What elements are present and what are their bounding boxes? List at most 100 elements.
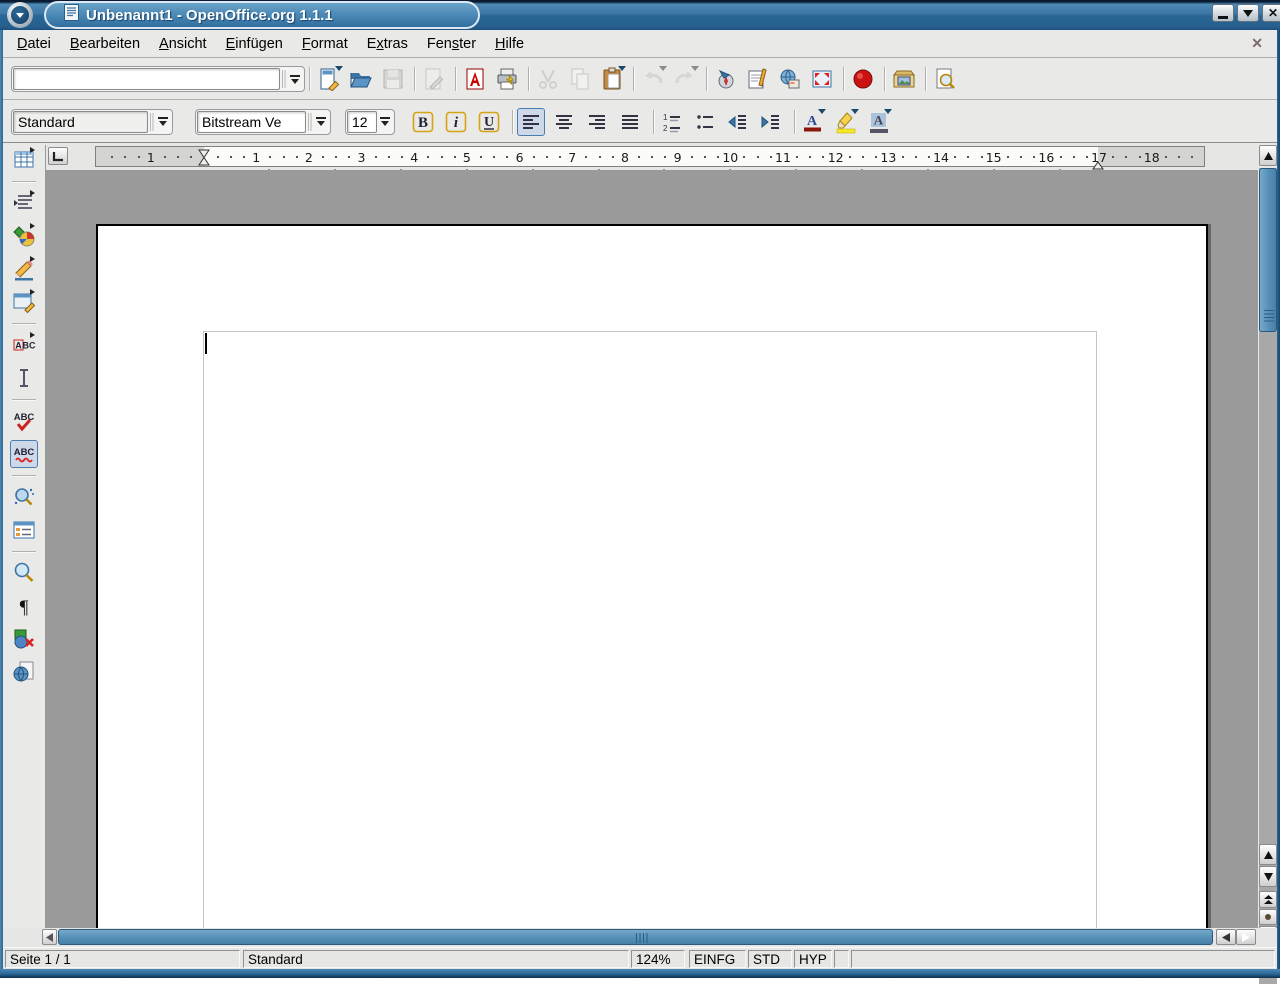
save-document-button[interactable] — [378, 65, 408, 93]
menu-item-bearbeiten[interactable]: Bearbeiten — [66, 33, 144, 55]
scroll-left-button-2[interactable] — [1216, 929, 1236, 945]
numbering-on-off-button[interactable]: 12 — [658, 108, 686, 136]
window-menu-button[interactable] — [7, 2, 33, 28]
document-workspace[interactable] — [46, 170, 1258, 928]
background-color-button[interactable]: A — [865, 108, 893, 136]
nonprinting-characters-button[interactable]: ¶ — [10, 592, 38, 620]
hscroll-thumb[interactable] — [58, 929, 1213, 945]
status-zoom-level[interactable]: 124% — [631, 950, 685, 968]
document-page[interactable] — [96, 224, 1208, 928]
insert-button[interactable] — [10, 146, 38, 174]
autotext-button[interactable]: ABC — [10, 331, 38, 359]
fullscreen-button[interactable] — [807, 65, 837, 93]
url-combobox[interactable] — [11, 66, 305, 92]
scroll-up-button[interactable] — [1259, 145, 1277, 166]
italic-button[interactable]: i — [442, 108, 470, 136]
spellcheck-button[interactable]: ABC — [10, 407, 38, 435]
paragraph-indent-marker[interactable] — [198, 149, 210, 171]
search-document-button[interactable] — [930, 65, 960, 93]
vscroll-thumb[interactable] — [1259, 168, 1277, 332]
horizontal-scrollbar[interactable] — [0, 928, 1280, 947]
scroll-right-button[interactable] — [1236, 929, 1256, 945]
insert-fields-button[interactable] — [10, 189, 38, 217]
url-field[interactable] — [18, 69, 275, 89]
menu-item-format[interactable]: Format — [298, 33, 352, 55]
align-left-icon — [519, 110, 543, 134]
menu-item-einfuegen[interactable]: Einfügen — [222, 33, 287, 55]
find-replace-button[interactable] — [10, 483, 38, 511]
status-hyperlink-mode[interactable]: HYP — [794, 950, 832, 968]
scroll-down-button[interactable] — [1259, 866, 1277, 887]
font-dropdown-arrow[interactable] — [313, 111, 329, 133]
tab-stop-type-selector[interactable] — [48, 147, 68, 165]
size-dropdown-arrow[interactable] — [377, 111, 393, 133]
align-left-button[interactable] — [517, 108, 545, 136]
scroll-left-button[interactable] — [42, 929, 57, 945]
scroll-up-button-2[interactable] — [1259, 844, 1277, 865]
paragraph-style-combobox[interactable]: Standard — [11, 109, 173, 135]
new-document-button[interactable] — [314, 65, 344, 93]
paste-button[interactable] — [597, 65, 627, 93]
bullets-on-off-button[interactable] — [691, 108, 719, 136]
title-tab[interactable]: Unbenannt1 - OpenOffice.org 1.1.1 — [44, 1, 480, 29]
ruler-number: 1 — [252, 150, 260, 165]
highlighting-button[interactable] — [832, 108, 860, 136]
decrease-indent-button[interactable] — [724, 108, 752, 136]
style-dropdown-arrow[interactable] — [155, 111, 171, 133]
insert-objects-button[interactable] — [10, 222, 38, 250]
minimize-button[interactable] — [1212, 4, 1234, 22]
previous-page-button[interactable] — [1259, 891, 1277, 908]
menu-item-hilfe[interactable]: Hilfe — [491, 33, 528, 55]
status-selection-mode[interactable]: STD — [748, 950, 792, 968]
align-center-button[interactable] — [550, 108, 578, 136]
open-document-button[interactable] — [346, 65, 376, 93]
undo-button[interactable] — [638, 65, 668, 93]
status-spare-field[interactable] — [851, 950, 1275, 968]
close-document-icon[interactable]: ✕ — [1251, 36, 1263, 50]
export-pdf-button[interactable] — [460, 65, 490, 93]
increase-indent-button[interactable] — [757, 108, 785, 136]
ruler-number: 8 — [621, 150, 629, 165]
vertical-scrollbar[interactable] — [1259, 145, 1277, 946]
direct-cursor-on-off-button[interactable] — [10, 364, 38, 392]
underline-button[interactable]: U — [475, 108, 503, 136]
stylist-button[interactable] — [743, 65, 773, 93]
font-name-combobox[interactable]: Bitstream Ve — [195, 109, 331, 135]
data-sources-icon — [12, 518, 36, 542]
bold-button[interactable]: B — [409, 108, 437, 136]
url-dropdown-arrow[interactable] — [287, 68, 303, 90]
data-sources-button[interactable] — [10, 516, 38, 544]
graphics-on-off-button[interactable] — [10, 625, 38, 653]
hyperlink-dialog-button[interactable] — [775, 65, 805, 93]
menu-item-datei[interactable]: Datei — [13, 33, 55, 55]
font-size-spinner[interactable]: 12 — [345, 109, 395, 135]
navigator-button[interactable] — [711, 65, 741, 93]
status-page-indicator[interactable]: Seite 1 / 1 — [5, 950, 240, 968]
copy-button[interactable] — [565, 65, 595, 93]
form-functions-button[interactable] — [10, 288, 38, 316]
print-file-direct-button[interactable] — [492, 65, 522, 93]
redo-button[interactable] — [670, 65, 700, 93]
edit-file-button[interactable] — [419, 65, 449, 93]
justify-button[interactable] — [616, 108, 644, 136]
cut-button[interactable] — [533, 65, 563, 93]
show-draw-functions-button[interactable] — [10, 255, 38, 283]
menu-item-ansicht[interactable]: Ansicht — [155, 33, 211, 55]
close-button[interactable]: ✕ — [1262, 4, 1280, 22]
status-page-style[interactable]: Standard — [243, 950, 629, 968]
menu-item-fenster[interactable]: Fenster — [423, 33, 480, 55]
align-right-button[interactable] — [583, 108, 611, 136]
gallery-button[interactable] — [889, 65, 919, 93]
status-modified-flag[interactable] — [834, 950, 849, 968]
menu-item-extras[interactable]: Extras — [363, 33, 412, 55]
ruler-tick — [967, 156, 969, 158]
maximize-button[interactable] — [1237, 4, 1259, 22]
zoom-button[interactable] — [10, 559, 38, 587]
status-insert-mode[interactable]: EINFG — [689, 950, 746, 968]
horizontal-ruler[interactable]: 1123456789101112131415161718 — [95, 146, 1205, 167]
font-color-button[interactable]: A — [799, 108, 827, 136]
online-layout-button[interactable] — [10, 658, 38, 686]
stop-loading-button[interactable] — [848, 65, 878, 93]
navigation-button[interactable] — [1259, 909, 1277, 925]
auto-spellcheck-button[interactable]: ABC — [10, 440, 38, 468]
